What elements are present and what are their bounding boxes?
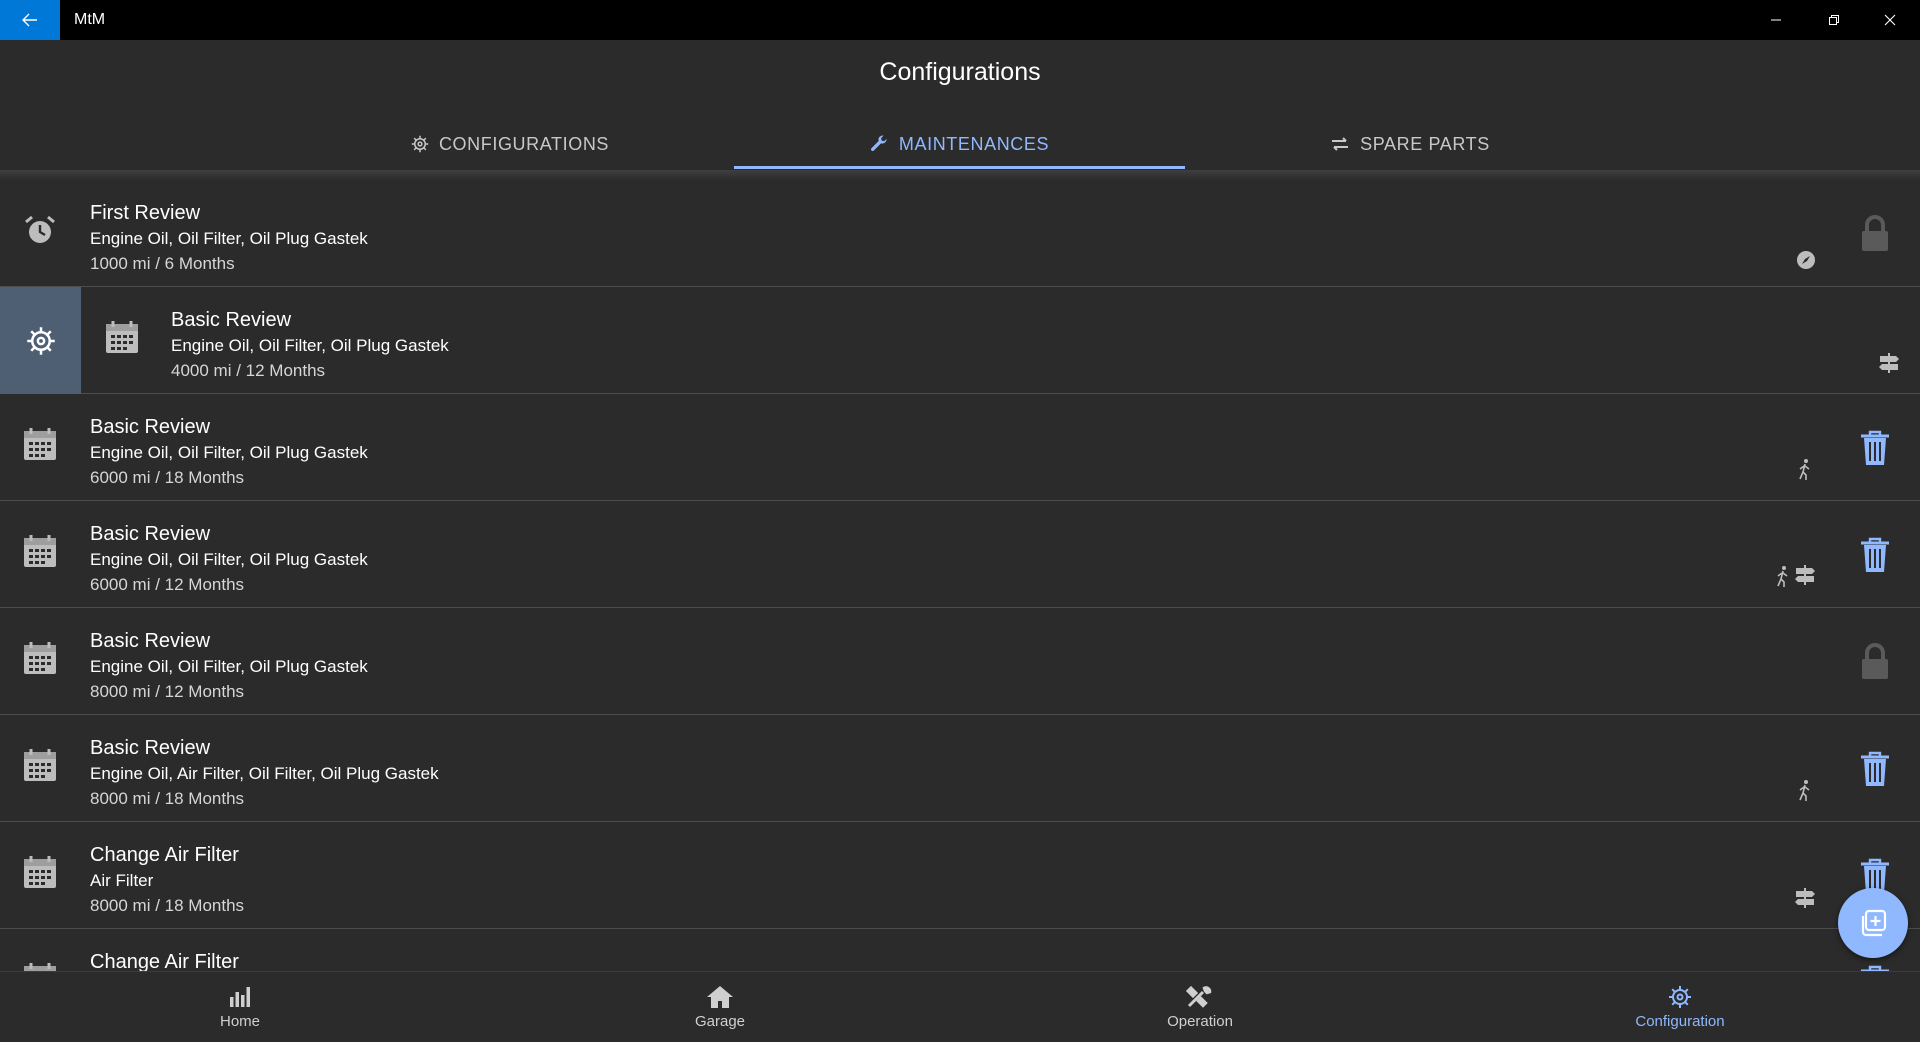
add-copy-icon bbox=[1861, 909, 1887, 937]
nav-label: Home bbox=[219, 1013, 260, 1030]
walker-icon bbox=[1799, 459, 1810, 480]
delete-button[interactable] bbox=[1858, 749, 1892, 789]
nav-label: Operation bbox=[1167, 1013, 1233, 1030]
calendar-icon bbox=[18, 743, 62, 787]
list-item[interactable]: Basic Review Engine Oil, Oil Filter, Oil… bbox=[0, 394, 1920, 501]
trash-icon bbox=[1861, 751, 1889, 786]
close-icon bbox=[1884, 14, 1896, 26]
bar-chart-icon bbox=[230, 987, 250, 1007]
house-icon bbox=[707, 986, 733, 1008]
maintenance-interval: 4000 mi / 12 Months bbox=[171, 361, 326, 380]
delete-button[interactable] bbox=[1858, 535, 1892, 575]
maintenance-title: Change Air Filter bbox=[90, 951, 239, 971]
bottom-navigation: Home Garage Operation Configuration bbox=[0, 971, 1920, 1042]
title-bar: MtM bbox=[0, 0, 1920, 40]
wrench-icon bbox=[870, 135, 887, 151]
list-item[interactable]: Basic Review Engine Oil, Oil Filter, Oil… bbox=[0, 287, 1920, 394]
list-item[interactable]: Basic Review Engine Oil, Air Filter, Oil… bbox=[0, 715, 1920, 822]
trash-icon bbox=[1861, 430, 1889, 465]
walker-icon bbox=[1777, 566, 1788, 587]
list-item[interactable]: Change Air Filter Air Filter 8000 mi / 1… bbox=[0, 822, 1920, 929]
back-button[interactable] bbox=[0, 0, 60, 40]
tab-configurations[interactable]: CONFIGURATIONS bbox=[285, 118, 735, 170]
alarm-clock-icon bbox=[18, 208, 62, 252]
maintenance-title: Basic Review bbox=[90, 737, 211, 759]
tab-label: CONFIGURATIONS bbox=[438, 133, 610, 154]
minimize-icon bbox=[1771, 19, 1781, 21]
maintenance-list[interactable]: First Review Engine Oil, Oil Filter, Oil… bbox=[0, 180, 1920, 971]
maintenance-interval: 6000 mi / 18 Months bbox=[90, 468, 245, 487]
list-item[interactable]: Basic Review Engine Oil, Oil Filter, Oil… bbox=[0, 608, 1920, 715]
nav-operation[interactable]: Operation bbox=[960, 972, 1440, 1042]
delete-button[interactable] bbox=[1858, 963, 1892, 971]
gear-icon bbox=[26, 326, 55, 355]
maintenance-title: Basic Review bbox=[90, 416, 211, 438]
maintenance-interval: 6000 mi / 12 Months bbox=[90, 575, 245, 594]
maintenance-parts: Engine Oil, Air Filter, Oil Filter, Oil … bbox=[90, 764, 439, 783]
list-item[interactable]: Basic Review Engine Oil, Oil Filter, Oil… bbox=[0, 501, 1920, 608]
tab-label: MAINTENANCES bbox=[898, 133, 1050, 154]
maintenance-interval: 8000 mi / 18 Months bbox=[90, 789, 245, 808]
swap-icon bbox=[1332, 137, 1349, 151]
walker-icon bbox=[1799, 780, 1810, 801]
nav-home[interactable]: Home bbox=[0, 972, 480, 1042]
maintenance-interval: 8000 mi / 12 Months bbox=[90, 682, 245, 701]
close-button[interactable] bbox=[1862, 0, 1918, 40]
nav-label: Garage bbox=[694, 1013, 746, 1030]
tab-label: SPARE PARTS bbox=[1360, 133, 1490, 154]
calendar-icon bbox=[18, 850, 62, 894]
tab-bar: CONFIGURATIONS MAINTENANCES SPARE PARTS bbox=[0, 118, 1920, 170]
active-tab-indicator bbox=[734, 166, 1185, 169]
calendar-icon bbox=[18, 422, 62, 466]
add-maintenance-button[interactable] bbox=[1838, 888, 1908, 958]
configure-swipe-button[interactable] bbox=[0, 287, 81, 394]
minimize-button[interactable] bbox=[1748, 0, 1804, 40]
road-sign-icon bbox=[1879, 353, 1899, 373]
maintenance-parts: Engine Oil, Oil Filter, Oil Plug Gastek bbox=[90, 443, 368, 462]
restore-button[interactable] bbox=[1806, 0, 1862, 40]
road-sign-icon bbox=[1795, 888, 1815, 908]
lock-icon bbox=[1858, 642, 1892, 682]
maintenance-interval: 1000 mi / 6 Months bbox=[90, 254, 235, 273]
maintenance-parts: Engine Oil, Oil Filter, Oil Plug Gastek bbox=[90, 229, 368, 248]
calendar-icon bbox=[18, 957, 62, 971]
maintenance-parts: Engine Oil, Oil Filter, Oil Plug Gastek bbox=[90, 550, 368, 569]
maintenance-title: Basic Review bbox=[90, 630, 211, 652]
list-item[interactable]: Change Air Filter bbox=[0, 929, 1920, 971]
arrow-left-icon bbox=[22, 13, 37, 27]
header-shadow bbox=[0, 170, 1920, 180]
nav-label: Configuration bbox=[1635, 1013, 1725, 1030]
restore-icon bbox=[1829, 15, 1839, 25]
maintenance-parts: Air Filter bbox=[90, 871, 154, 890]
maintenance-title: Change Air Filter bbox=[90, 844, 239, 866]
tools-icon bbox=[1186, 985, 1212, 1008]
maintenance-title: Basic Review bbox=[90, 523, 211, 545]
gear-icon bbox=[1669, 986, 1691, 1008]
maintenance-interval: 8000 mi / 18 Months bbox=[90, 896, 245, 915]
calendar-icon bbox=[18, 636, 62, 680]
maintenance-title: First Review bbox=[90, 202, 201, 224]
gear-icon bbox=[411, 135, 429, 153]
nav-garage[interactable]: Garage bbox=[480, 972, 960, 1042]
calendar-icon bbox=[18, 529, 62, 573]
tab-maintenances[interactable]: MAINTENANCES bbox=[734, 118, 1184, 170]
delete-button[interactable] bbox=[1858, 428, 1892, 468]
trash-icon bbox=[1861, 537, 1889, 572]
tab-spare-parts[interactable]: SPARE PARTS bbox=[1185, 118, 1635, 170]
maintenance-parts: Engine Oil, Oil Filter, Oil Plug Gastek bbox=[171, 336, 449, 355]
nav-configuration[interactable]: Configuration bbox=[1440, 972, 1920, 1042]
app-title: MtM bbox=[74, 11, 106, 28]
maintenance-title: Basic Review bbox=[171, 309, 292, 331]
calendar-icon bbox=[100, 315, 144, 359]
lock-icon bbox=[1858, 214, 1892, 254]
compass-icon bbox=[1797, 251, 1815, 269]
maintenance-parts: Engine Oil, Oil Filter, Oil Plug Gastek bbox=[90, 657, 368, 676]
road-sign-icon bbox=[1795, 565, 1815, 585]
list-item[interactable]: First Review Engine Oil, Oil Filter, Oil… bbox=[0, 180, 1920, 287]
page-title: Configurations bbox=[879, 58, 1041, 86]
